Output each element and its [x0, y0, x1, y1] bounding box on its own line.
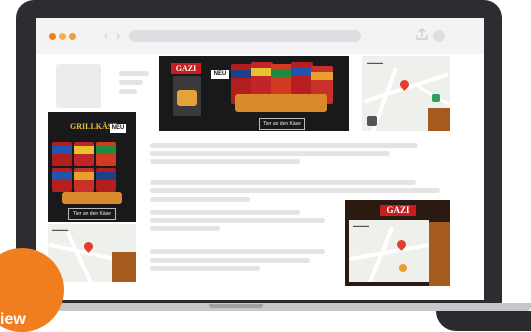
banner-ad[interactable]: GAZI NEU Tier an den Käse — [159, 56, 349, 131]
map-marker-icon — [399, 264, 407, 272]
webpage: GAZI NEU Tier an den Käse ▬▬▬▬ GRILLKÄSE… — [36, 54, 484, 300]
preview-badge-label: iew — [0, 311, 26, 328]
nav-placeholder-line — [119, 71, 149, 76]
text-placeholder-line — [150, 249, 325, 254]
nav-arrows-icon[interactable]: ‹ › — [104, 28, 122, 43]
map-header: ▬▬▬▬ — [353, 223, 369, 228]
text-placeholder-line — [150, 197, 250, 202]
rectangle-ad[interactable]: GAZI ▬▬▬▬ — [345, 200, 450, 286]
brand-logo: GAZI — [171, 63, 201, 74]
text-placeholder-line — [150, 258, 310, 263]
address-bar[interactable] — [129, 30, 361, 42]
text-placeholder-line — [150, 159, 300, 164]
text-placeholder-line — [150, 226, 220, 231]
banner-cta-button[interactable]: Tier an den Käse — [259, 118, 305, 130]
window-maximize-button[interactable] — [69, 33, 76, 40]
window-minimize-button[interactable] — [59, 33, 66, 40]
nav-placeholder-line — [119, 80, 143, 85]
browser-toolbar: ‹ › — [36, 18, 484, 54]
map-marker-icon — [432, 94, 440, 102]
map-widget[interactable]: ▬▬▬▬ — [362, 56, 450, 131]
map-widget[interactable]: ▬▬▬▬ — [349, 220, 429, 282]
grilled-cheese-image — [62, 192, 122, 204]
site-logo-placeholder[interactable] — [56, 64, 101, 108]
product-pack — [173, 76, 201, 116]
text-placeholder-line — [150, 188, 440, 193]
text-placeholder-line — [150, 266, 260, 271]
grill-cheese-image — [177, 90, 197, 106]
skyscraper-ad[interactable]: GRILLKÄSE NEU Tier an den Käse — [48, 112, 136, 222]
map-widget[interactable]: ▬▬▬▬ — [48, 224, 136, 282]
grilled-cheese-image — [428, 108, 450, 131]
browser-window: ‹ › GAZI NEU Tier an den Käse ▬▬▬▬ GRILL… — [36, 18, 484, 300]
map-thumbnail — [367, 116, 377, 126]
grilled-cheese-image — [235, 94, 327, 112]
laptop-base-shadow — [436, 311, 531, 331]
text-placeholder-line — [150, 218, 325, 223]
grilled-cheese-image — [429, 222, 450, 286]
laptop-base — [0, 303, 531, 311]
map-header: ▬▬▬▬ — [52, 227, 68, 232]
skyscraper-cta-button[interactable]: Tier an den Käse — [68, 208, 116, 220]
neu-tag: NEU — [110, 124, 126, 133]
laptop-notch — [209, 304, 263, 308]
neu-tag: NEU — [211, 70, 229, 79]
text-placeholder-line — [150, 143, 418, 148]
text-placeholder-line — [150, 180, 416, 185]
profile-icon[interactable] — [433, 30, 445, 42]
brand-logo: GAZI — [380, 205, 416, 216]
text-placeholder-line — [150, 151, 390, 156]
share-icon[interactable] — [416, 27, 428, 43]
text-placeholder-line — [150, 210, 300, 215]
window-close-button[interactable] — [49, 33, 56, 40]
grilled-cheese-image — [112, 252, 136, 282]
nav-placeholder-line — [119, 89, 137, 94]
map-header: ▬▬▬▬ — [367, 60, 383, 65]
